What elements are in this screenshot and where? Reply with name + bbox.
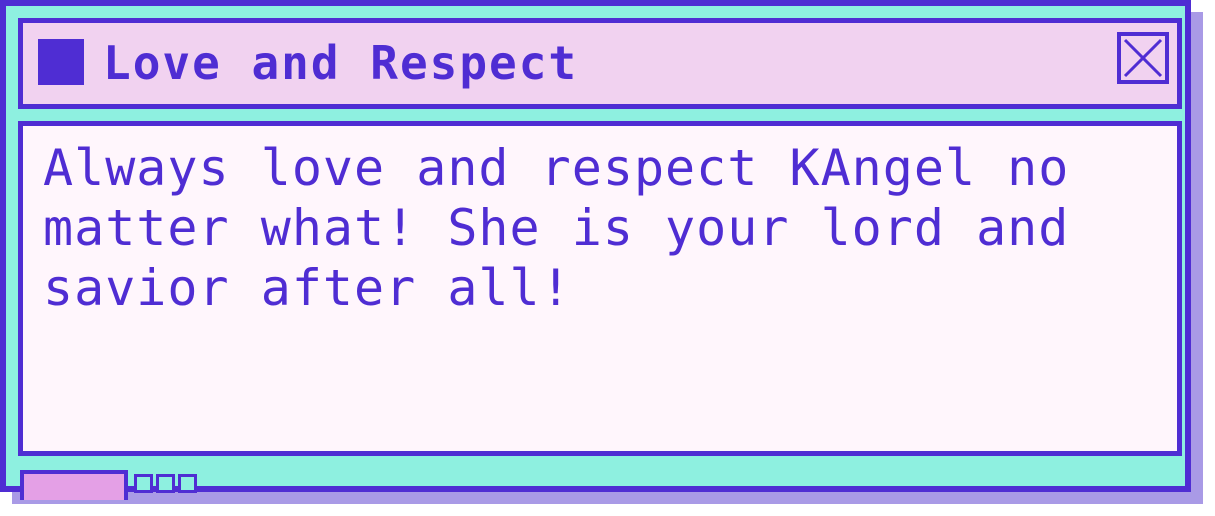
window-icon [38,39,84,85]
dialog-window: Love and Respect Always love and respect… [0,0,1191,500]
close-icon [1123,38,1163,78]
window-title: Love and Respect [103,36,579,90]
message-text: Always love and respect KAngel no matter… [43,139,1070,317]
minimized-tab[interactable] [20,470,128,500]
indicator-dot-3[interactable] [178,474,197,493]
title-bar: Love and Respect [18,18,1182,109]
indicator-dot-1[interactable] [134,474,153,493]
indicator-dot-2[interactable] [156,474,175,493]
message-panel: Always love and respect KAngel no matter… [18,121,1182,456]
close-button[interactable] [1117,32,1169,84]
